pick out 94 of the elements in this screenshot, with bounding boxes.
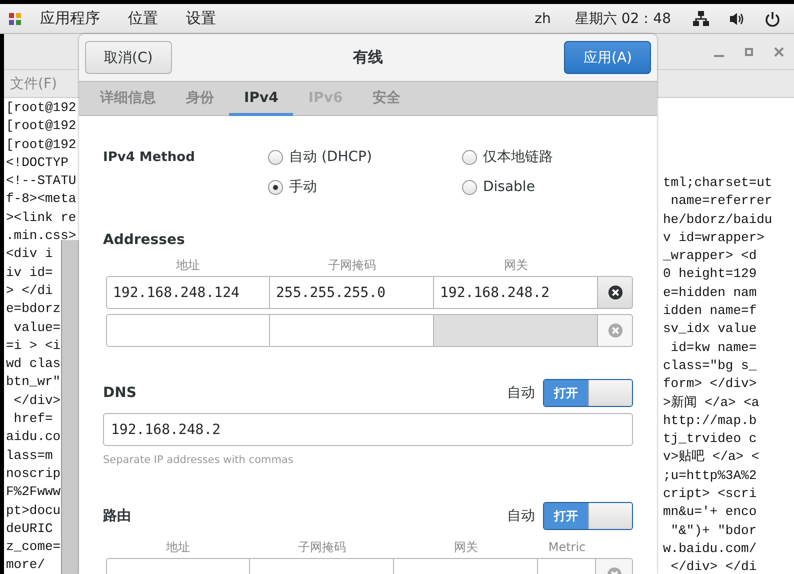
terminal-line: <!DOCTYP (6, 154, 70, 172)
auto-label: 自动 (507, 384, 535, 402)
column-header: Metric (547, 540, 587, 554)
remove-icon (608, 285, 622, 300)
top-menu[interactable]: 位置 (118, 9, 168, 28)
terminal-line: tj_trvideo c (663, 430, 758, 448)
terminal-line: .min.css> (6, 227, 76, 246)
radio-button[interactable] (462, 180, 477, 194)
app-logo-icon (8, 12, 22, 26)
terminal-line: mn&u='+ enco (663, 503, 758, 522)
terminal-line: >新闻 </a> <a (663, 394, 760, 412)
radio-option[interactable]: Disable (462, 179, 633, 195)
terminal-line: btn_wr" (6, 373, 62, 392)
cancel-button[interactable]: 取消(C) (85, 41, 172, 74)
terminal-line: v id=wrapper> (663, 228, 766, 247)
remove-icon (608, 323, 622, 338)
table-input-field[interactable]: 192.168.248.124 (106, 276, 270, 309)
terminal-line: wd clas (6, 355, 62, 374)
terminal-line: <!--STATU (6, 172, 76, 190)
terminal-line: ;u=http%3A%2 (663, 466, 758, 485)
terminal-line: http://map.b (663, 412, 758, 430)
terminal-line: z_come= (6, 538, 62, 556)
terminal-line: [root@192 (6, 117, 76, 136)
terminal-line: v>贴吧 </a> < (663, 448, 760, 466)
terminal-line: deURIC (6, 520, 54, 538)
table-input-field[interactable] (106, 314, 270, 347)
terminal-line: ><link re (6, 208, 76, 227)
close-icon[interactable] (774, 46, 784, 56)
dialog-title: 有线 (352, 48, 384, 67)
dns-input-field[interactable]: 192.168.248.2 (103, 413, 633, 446)
terminal-line: form> </div> (663, 375, 758, 394)
table-input-field[interactable]: 192.168.248.2 (434, 276, 598, 309)
column-header: 子网掩码 (297, 538, 347, 556)
terminal-line: value= (12, 318, 62, 337)
terminal-line: </div> </di (670, 558, 758, 574)
terminal-line: he/bdorz/baidu (663, 210, 772, 229)
terminal-line: F%2Fwww (6, 483, 62, 502)
section-title: DNS (103, 385, 138, 401)
table-input-field[interactable]: 255.255.255.0 (270, 276, 434, 309)
terminal-line: noscrip (6, 464, 62, 483)
terminal-line: name=referrer (670, 192, 772, 210)
terminal-line: more/ (6, 556, 46, 574)
terminal-line: </div> (12, 392, 62, 410)
radio-button[interactable] (462, 150, 477, 164)
maximize-icon[interactable] (744, 46, 754, 56)
column-header: 网关 (503, 256, 529, 274)
table-input-field[interactable] (270, 314, 434, 347)
column-header: 子网掩码 (327, 256, 377, 274)
auto-label: 自动 (507, 507, 535, 525)
radio-option[interactable]: 仅本地链路 (462, 148, 633, 166)
terminal-line: > </di (6, 282, 54, 300)
apply-button[interactable]: 应用(A) (564, 41, 651, 74)
terminal-line: iv id= (6, 264, 54, 282)
terminal-line: [root@192 (6, 136, 76, 154)
radio-button[interactable] (268, 150, 283, 164)
input-method-indicator[interactable]: zh (526, 10, 559, 26)
terminal-line: e=bdorz (6, 300, 62, 318)
radio-button[interactable] (268, 180, 283, 194)
terminal-line: _wrapper> <d (663, 247, 758, 266)
terminal-line: e=hidden nam (663, 284, 758, 302)
terminal-line: =i > <i (6, 336, 62, 355)
terminal-line: aidu.co (6, 428, 62, 446)
terminal-line: sv_idx value (663, 320, 758, 338)
terminal-line: "&")+ "bdor (670, 522, 758, 540)
terminal-line: idden name=f (663, 302, 758, 320)
tab[interactable]: IPv4 (229, 82, 294, 116)
hint-text: Separate IP addresses with commas (103, 454, 294, 466)
terminal-line: tml;charset=ut (663, 174, 772, 192)
terminal-line: 0 height=129 (663, 265, 758, 284)
terminal-line: <div i (6, 245, 54, 264)
terminal-line: w.baidu.com/ (663, 540, 758, 558)
terminal-line: class="bg s_ (663, 356, 758, 375)
section-title: 路由 (103, 507, 132, 525)
radio-option[interactable]: 手动 (268, 178, 462, 196)
network-icon[interactable] (693, 11, 709, 26)
clock[interactable]: 星期六 02：48 (566, 10, 679, 28)
column-header: 网关 (453, 538, 479, 556)
method-label: IPv4 Method (103, 150, 196, 164)
top-menu[interactable]: 设置 (176, 9, 226, 28)
terminal-line: cript> <scri (663, 485, 758, 504)
column-header: 地址 (175, 256, 201, 274)
terminal-line: lass=m (6, 446, 54, 465)
remove-button[interactable] (598, 276, 633, 309)
radio-option[interactable]: 自动 (DHCP) (268, 148, 462, 166)
power-icon[interactable] (765, 10, 780, 26)
terminal-line: href= (12, 410, 54, 428)
terminal-line: pt>docu (6, 502, 62, 520)
terminal-line: [root@192 (6, 99, 76, 117)
volume-icon[interactable] (729, 12, 745, 26)
terminal-line: f-8><meta (6, 190, 76, 208)
section-title: Addresses (103, 232, 186, 248)
terminal-line: id=kw name= (670, 338, 758, 357)
top-menu[interactable]: 应用程序 (30, 9, 110, 28)
column-header: 地址 (165, 538, 191, 556)
